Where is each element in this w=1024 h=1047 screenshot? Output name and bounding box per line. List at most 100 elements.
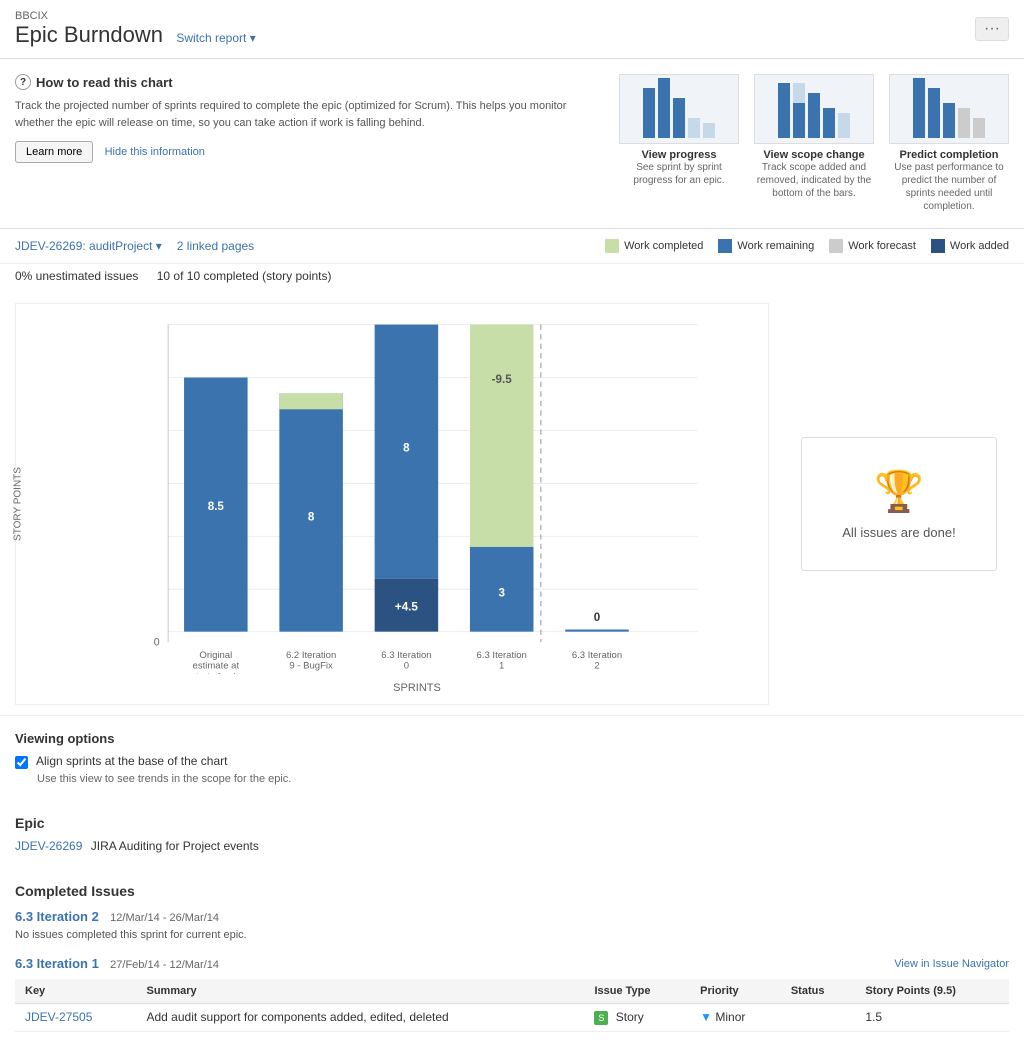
legend: Work completed Work remaining Work forec… xyxy=(605,239,1009,253)
svg-text:Original: Original xyxy=(199,650,232,661)
legend-completed: Work completed xyxy=(605,239,703,253)
info-left: ? How to read this chart Track the proje… xyxy=(15,74,599,213)
sprint-dates-2: 27/Feb/14 - 12/Mar/14 xyxy=(110,959,219,971)
issue-summary-cell: Add audit support for components added, … xyxy=(136,1004,584,1032)
project-id: BBCIX xyxy=(15,10,256,22)
epic-section: Epic JDEV-26269 JIRA Auditing for Projec… xyxy=(0,800,1024,868)
align-sprints-checkbox[interactable] xyxy=(15,756,28,769)
sprint-name-1[interactable]: 6.3 Iteration 2 xyxy=(15,909,99,924)
viewing-options-title: Viewing options xyxy=(15,731,1009,746)
svg-text:0: 0 xyxy=(594,611,600,624)
bar2 xyxy=(928,88,940,138)
epic-section-title: Epic xyxy=(15,815,1009,831)
legend-added: Work added xyxy=(931,239,1009,253)
bar-63-2 xyxy=(565,630,629,632)
bar-top xyxy=(793,83,805,103)
svg-text:start of epic: start of epic xyxy=(191,671,240,674)
svg-text:3: 3 xyxy=(498,587,505,600)
bar1 xyxy=(778,83,790,138)
issue-status-cell xyxy=(781,1004,856,1032)
bar1 xyxy=(913,78,925,138)
project-selector[interactable]: JDEV-26269: auditProject ▾ xyxy=(15,239,162,253)
legend-forecast-label: Work forecast xyxy=(848,240,916,252)
svg-text:0: 0 xyxy=(404,661,409,672)
legend-remaining-box xyxy=(718,239,732,253)
preview-img-1 xyxy=(619,74,739,144)
svg-text:1: 1 xyxy=(499,661,504,672)
completed-section-title: Completed Issues xyxy=(15,883,1009,899)
table-body: JDEV-27505 Add audit support for compone… xyxy=(15,1004,1009,1032)
svg-text:-9.5: -9.5 xyxy=(492,373,513,386)
chart-right-panel: 🏆 All issues are done! xyxy=(789,303,1009,705)
sprint-header-2: 6.3 Iteration 1 27/Feb/14 - 12/Mar/14 Vi… xyxy=(15,956,1009,971)
bar1 xyxy=(643,88,655,138)
chart-container: STORY POINTS 0 8.5 xyxy=(0,293,1024,715)
all-done-text: All issues are done! xyxy=(842,525,955,540)
svg-text:8.5: 8.5 xyxy=(208,500,225,513)
bar3 xyxy=(943,103,955,138)
view-navigator-link[interactable]: View in Issue Navigator xyxy=(894,958,1009,970)
y-axis-label: STORY POINTS xyxy=(12,467,23,541)
completed-stat: 10 of 10 completed (story points) xyxy=(157,269,332,283)
toolbar-left: JDEV-26269: auditProject ▾ 2 linked page… xyxy=(15,239,254,253)
sprint-dates-1: 12/Mar/14 - 26/Mar/14 xyxy=(110,912,219,924)
issue-type-badge: S xyxy=(594,1011,608,1025)
col-priority: Priority xyxy=(690,979,781,1004)
legend-added-label: Work added xyxy=(950,240,1009,252)
sprint-note-1: No issues completed this sprint for curr… xyxy=(15,929,1009,941)
legend-remaining-label: Work remaining xyxy=(737,240,814,252)
switch-report-button[interactable]: Switch report ▾ xyxy=(176,31,255,45)
chart-wrapper: STORY POINTS 0 8.5 xyxy=(26,314,758,694)
svg-text:8: 8 xyxy=(308,510,315,523)
legend-completed-box xyxy=(605,239,619,253)
issue-key-link[interactable]: JDEV-27505 xyxy=(25,1010,92,1024)
svg-text:+4.5: +4.5 xyxy=(395,600,418,613)
bar3 xyxy=(673,98,685,138)
preview-desc-2: Track scope added and removed, indicated… xyxy=(754,161,874,200)
bar4 xyxy=(823,108,835,138)
project-link[interactable]: JDEV-26269: auditProject ▾ xyxy=(15,239,162,253)
col-status: Status xyxy=(781,979,856,1004)
chart-toolbar: JDEV-26269: auditProject ▾ 2 linked page… xyxy=(0,229,1024,264)
page-header: BBCIX Epic Burndown Switch report ▾ ··· xyxy=(0,0,1024,59)
legend-completed-label: Work completed xyxy=(624,240,703,252)
hide-info-link[interactable]: Hide this information xyxy=(105,146,205,158)
issue-key-cell: JDEV-27505 xyxy=(15,1004,136,1032)
sprint-name-2[interactable]: 6.3 Iteration 1 xyxy=(15,956,99,971)
info-section: ? How to read this chart Track the proje… xyxy=(0,59,1024,229)
bar3 xyxy=(808,93,820,138)
preview-title-1: View progress xyxy=(619,149,739,161)
preview-title-2: View scope change xyxy=(754,149,874,161)
bar5 xyxy=(838,113,850,138)
svg-text:2: 2 xyxy=(594,661,599,672)
header-left: BBCIX Epic Burndown Switch report ▾ xyxy=(15,10,256,48)
bar4 xyxy=(958,108,970,138)
question-icon: ? xyxy=(15,74,31,90)
bar5 xyxy=(703,123,715,138)
legend-remaining: Work remaining xyxy=(718,239,814,253)
col-story-points: Story Points (9.5) xyxy=(855,979,1009,1004)
align-sprints-row: Align sprints at the base of the chart xyxy=(15,754,1009,769)
unestimated-stat: 0% unestimated issues xyxy=(15,269,138,283)
preview-title-3: Predict completion xyxy=(889,149,1009,161)
sprint-header-2-left: 6.3 Iteration 1 27/Feb/14 - 12/Mar/14 xyxy=(15,956,219,971)
epic-key-link[interactable]: JDEV-26269 xyxy=(15,839,82,853)
more-options-button[interactable]: ··· xyxy=(975,17,1009,41)
x-axis-label: SPRINTS xyxy=(76,682,758,694)
completed-issues-section: Completed Issues 6.3 Iteration 2 12/Mar/… xyxy=(0,868,1024,1047)
preview-view-progress: View progress See sprint by sprint progr… xyxy=(619,74,739,213)
linked-pages-link[interactable]: 2 linked pages xyxy=(177,239,254,253)
stats-bar: 0% unestimated issues 10 of 10 completed… xyxy=(0,264,1024,293)
info-right: View progress See sprint by sprint progr… xyxy=(619,74,1009,213)
svg-text:6.2 Iteration: 6.2 Iteration xyxy=(286,650,336,661)
align-sprints-label: Align sprints at the base of the chart xyxy=(36,754,227,768)
col-issue-type: Issue Type xyxy=(584,979,690,1004)
issue-type-label: Story xyxy=(616,1010,644,1024)
bar-63-1-forecast xyxy=(470,325,534,547)
issue-type-cell: S Story xyxy=(584,1004,690,1032)
epic-name: JIRA Auditing for Project events xyxy=(91,839,259,853)
preview-view-scope: View scope change Track scope added and … xyxy=(754,74,874,213)
col-key: Key xyxy=(15,979,136,1004)
learn-more-button[interactable]: Learn more xyxy=(15,141,93,163)
table-header-row: Key Summary Issue Type Priority Status S… xyxy=(15,979,1009,1004)
